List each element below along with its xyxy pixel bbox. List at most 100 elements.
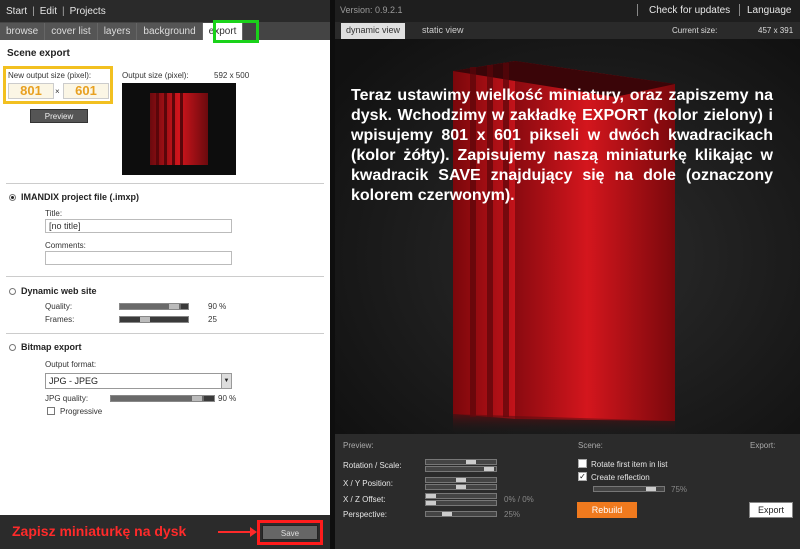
y-position-slider[interactable] — [425, 484, 497, 490]
preview-button[interactable]: Preview — [30, 109, 88, 123]
output-size-value: 592 x 500 — [214, 71, 250, 80]
x-offset-slider-knob[interactable] — [426, 494, 436, 498]
tab-browse[interactable]: browse — [0, 23, 46, 40]
imandix-radio[interactable] — [9, 194, 16, 201]
rotation-slider-knob[interactable] — [466, 460, 476, 464]
bitmap-label: Bitmap export — [21, 342, 82, 352]
dynamic-web-label: Dynamic web site — [21, 286, 97, 296]
menu-separator: | — [61, 5, 65, 17]
save-hint-annotation: Zapisz miniaturkę na dysk — [12, 523, 187, 539]
perspective-label: Perspective: — [343, 510, 388, 519]
jpg-quality-label: JPG quality: — [45, 394, 89, 403]
preview-section-title: Preview: — [343, 441, 374, 450]
tab-cover-list[interactable]: cover list — [45, 23, 98, 40]
comments-label: Comments: — [45, 241, 86, 250]
reflection-slider-knob[interactable] — [646, 487, 656, 491]
jpg-quality-slider[interactable] — [110, 395, 215, 402]
perspective-slider-knob[interactable] — [442, 512, 452, 516]
reflection-value: 75% — [671, 485, 688, 494]
controls-panel: Preview: Scene: Export: — [335, 434, 800, 549]
xz-offset-label: X / Z Offset: — [343, 495, 386, 504]
comments-input[interactable] — [45, 251, 232, 265]
xy-position-label: X / Y Position: — [343, 479, 393, 488]
scale-slider[interactable] — [425, 466, 497, 472]
quality-slider-knob[interactable] — [169, 304, 179, 309]
perspective-value: 25% — [504, 510, 521, 519]
perspective-slider[interactable] — [425, 511, 497, 517]
tab-background[interactable]: background — [137, 23, 203, 40]
scale-slider-knob[interactable] — [484, 467, 494, 471]
xz-offset-value: 0% / 0% — [504, 495, 534, 504]
current-size-label: Current size: — [672, 26, 718, 35]
tab-layers[interactable]: layers — [97, 23, 138, 40]
viewer-panel: Version: 0.9.2.1 Check for updates Langu… — [335, 0, 800, 549]
language-menu[interactable]: Language — [747, 5, 792, 16]
frames-slider[interactable] — [119, 316, 189, 323]
tab-dynamic-view[interactable]: dynamic view — [341, 23, 406, 39]
current-size-value: 457 x 391 — [758, 26, 794, 35]
arrow-annotation — [218, 531, 252, 533]
create-reflection-label: Create reflection — [591, 473, 650, 482]
title-label: Title: — [45, 209, 63, 218]
rotation-scale-label: Rotation / Scale: — [343, 461, 402, 470]
rotation-slider[interactable] — [425, 459, 497, 465]
create-reflection-checkbox[interactable]: ✓ — [578, 472, 587, 481]
divider — [6, 183, 324, 184]
main-menubar: Start | Edit | Projects — [0, 0, 330, 22]
imandix-label: IMANDIX project file (.imxp) — [21, 192, 140, 202]
frames-label: Frames: — [45, 315, 75, 324]
dynamic-web-radio[interactable] — [9, 288, 16, 295]
divider — [6, 333, 324, 334]
scene-export-title: Scene export — [7, 48, 70, 59]
progressive-checkbox[interactable] — [47, 407, 55, 415]
frames-slider-knob[interactable] — [140, 317, 150, 322]
output-size-label: Output size (pixel): — [122, 71, 189, 80]
export-button[interactable]: Export — [749, 502, 793, 518]
rotate-first-label: Rotate first item in list — [591, 460, 668, 469]
x-position-slider[interactable] — [425, 477, 497, 483]
rotate-first-checkbox[interactable] — [578, 459, 587, 468]
quality-value: 90 % — [208, 302, 227, 311]
save-button[interactable]: Save — [262, 525, 318, 540]
jpg-quality-slider-fill — [111, 396, 204, 401]
quality-slider[interactable] — [119, 303, 189, 310]
viewer-menubar: Version: 0.9.2.1 Check for updates Langu… — [335, 0, 800, 22]
x-offset-slider[interactable] — [425, 493, 497, 499]
menu-separator — [637, 4, 638, 16]
output-format-select[interactable]: JPG - JPEG ▼ — [45, 373, 232, 389]
x-position-slider-knob[interactable] — [456, 478, 466, 482]
times-sign: × — [55, 87, 60, 96]
z-offset-slider-knob[interactable] — [426, 501, 436, 505]
bitmap-radio[interactable] — [9, 344, 16, 351]
export-panel: Start | Edit | Projects browse cover lis… — [0, 0, 330, 549]
divider — [6, 276, 324, 277]
3d-viewport[interactable]: Teraz ustawimy wielkość miniatury, oraz … — [335, 39, 800, 434]
tutorial-caption: Teraz ustawimy wielkość miniatury, oraz … — [351, 87, 773, 204]
view-tabs: dynamic view static view — [335, 22, 800, 39]
y-position-slider-knob[interactable] — [456, 485, 466, 489]
progressive-label: Progressive — [60, 407, 103, 416]
preview-thumbnail — [122, 83, 236, 175]
width-input[interactable]: 801 — [8, 83, 54, 99]
reflection-slider[interactable] — [593, 486, 665, 492]
menu-separator — [739, 4, 740, 16]
chevron-down-icon[interactable]: ▼ — [221, 374, 231, 388]
menu-edit[interactable]: Edit — [40, 6, 57, 17]
menu-projects[interactable]: Projects — [70, 6, 106, 17]
title-input[interactable]: [no title] — [45, 219, 232, 233]
frames-value: 25 — [208, 315, 217, 324]
z-offset-slider[interactable] — [425, 500, 497, 506]
height-input[interactable]: 601 — [63, 83, 109, 99]
quality-label: Quality: — [45, 302, 73, 311]
tab-export[interactable]: export — [202, 23, 244, 40]
thumbnail-image — [150, 93, 208, 165]
menu-start[interactable]: Start — [6, 6, 27, 17]
jpg-quality-slider-knob[interactable] — [192, 396, 202, 401]
rebuild-button[interactable]: Rebuild — [577, 502, 637, 518]
jpg-quality-value: 90 % — [218, 394, 237, 403]
check-updates-link[interactable]: Check for updates — [649, 5, 730, 16]
menu-separator: | — [32, 5, 35, 17]
version-label: Version: 0.9.2.1 — [340, 5, 403, 15]
tab-static-view[interactable]: static view — [417, 23, 469, 39]
app-window: Start | Edit | Projects browse cover lis… — [0, 0, 800, 549]
